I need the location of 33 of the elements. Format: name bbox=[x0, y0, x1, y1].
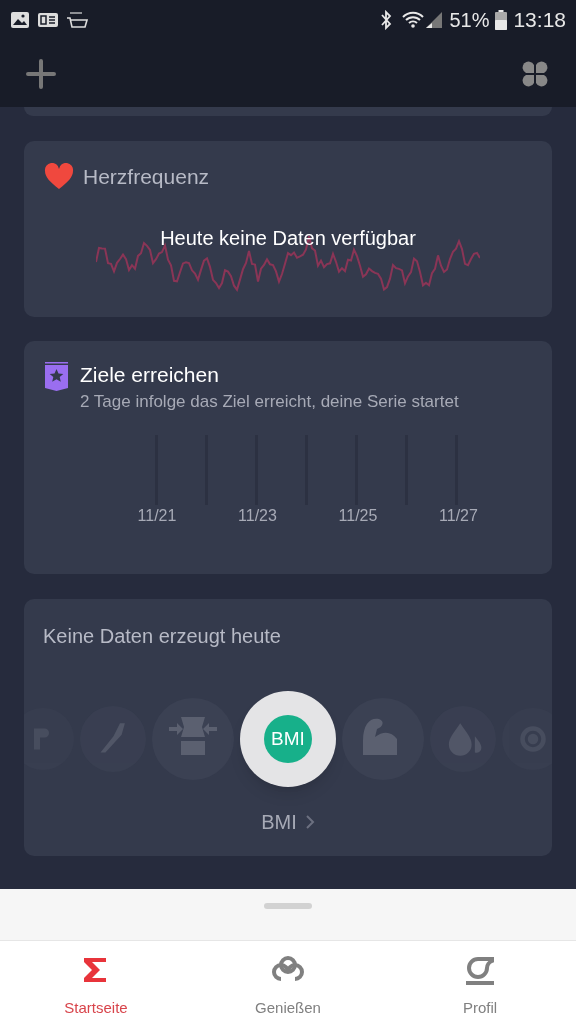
date-label: 11/27 bbox=[438, 506, 479, 526]
bluetooth-icon bbox=[379, 10, 394, 30]
no-data-message: Heute keine Daten verfügbar bbox=[160, 225, 416, 249]
heart-rate-card[interactable]: Herzfrequenz Heute keine Daten verfügbar bbox=[24, 141, 552, 317]
goals-card[interactable]: Ziele erreichen 2 Tage infolge das Ziel erreicht, deine Serie startet 11/21 11/23 11/25 11/27 bbox=[24, 341, 552, 574]
wifi-icon bbox=[401, 11, 426, 29]
drag-handle[interactable] bbox=[264, 903, 312, 909]
clock-time: 13:18 bbox=[513, 7, 566, 34]
chevron-right-icon bbox=[304, 814, 315, 830]
measurement-item[interactable]: BMI bbox=[240, 691, 336, 787]
card-title: Ziele erreichen bbox=[80, 362, 220, 388]
battery-percentage: 51% bbox=[449, 8, 490, 33]
card-subtitle: 2 Tage infolge das Ziel erreicht, deine Serie startet bbox=[80, 391, 459, 413]
card-title: Keine Daten erzeugt heute bbox=[42, 624, 282, 649]
date-label: 11/25 bbox=[337, 506, 379, 526]
date-label: 11/23 bbox=[237, 506, 278, 526]
news-icon bbox=[38, 12, 58, 28]
battery-icon bbox=[495, 10, 508, 30]
date-label: 11/21 bbox=[136, 506, 178, 526]
profile-icon bbox=[464, 955, 496, 987]
nav-tab[interactable]: Startseite bbox=[0, 941, 192, 1024]
nav-tab[interactable]: Profil bbox=[384, 941, 576, 1024]
add-button[interactable] bbox=[25, 57, 57, 90]
signal-icon bbox=[425, 11, 444, 29]
heart-icon bbox=[44, 163, 74, 191]
bottom-sheet[interactable] bbox=[0, 889, 576, 940]
nav-tab[interactable]: Genießen bbox=[192, 941, 384, 1024]
badge-icon bbox=[44, 361, 69, 391]
image-icon bbox=[10, 11, 30, 29]
measurement-card[interactable]: Keine Daten erzeugt heute BMI BMI bbox=[24, 599, 552, 856]
shopping-cart-icon bbox=[66, 10, 88, 30]
bmi-link[interactable]: BMI bbox=[261, 807, 315, 837]
card-title: Herzfrequenz bbox=[83, 164, 210, 190]
